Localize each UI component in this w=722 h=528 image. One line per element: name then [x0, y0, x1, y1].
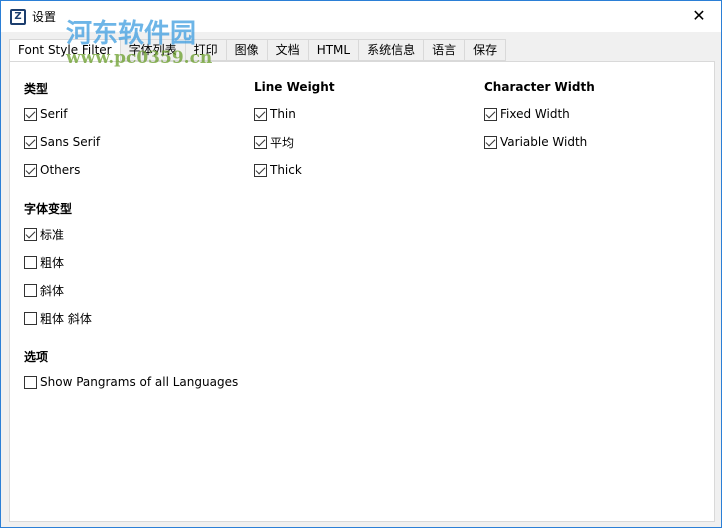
checkbox-variant-3[interactable]: 粗体 斜体 — [24, 304, 92, 332]
checkbox-label: 平均 — [270, 135, 295, 150]
checkbox-label: Thin — [270, 107, 296, 121]
checkbox-label: 粗体 — [40, 255, 65, 270]
checkbox-checked-icon[interactable] — [484, 107, 497, 121]
title-bar: Z 设置 ✕ — [1, 1, 721, 32]
close-button[interactable]: ✕ — [687, 6, 711, 25]
settings-window: Z 设置 ✕ Font Style Filter 字体列表 打印 图像 文档 HTML 系统… — [0, 0, 722, 528]
group-heading: Character Width — [484, 80, 595, 94]
tab-6[interactable]: 系统信息 — [359, 39, 425, 61]
checkbox-checked-icon[interactable] — [24, 163, 37, 177]
checkbox-variant-0[interactable]: 标准 — [24, 220, 92, 248]
checkbox-unchecked-icon[interactable] — [24, 375, 37, 389]
checkbox-line_weight-1[interactable]: 平均 — [254, 128, 335, 156]
checkbox-label: Variable Width — [500, 135, 588, 149]
tab-5[interactable]: HTML — [308, 39, 360, 61]
tab-8[interactable]: 保存 — [465, 39, 507, 61]
group-heading: Line Weight — [254, 80, 335, 94]
checkbox-unchecked-icon[interactable] — [24, 311, 37, 325]
group-heading: 类型 — [24, 82, 49, 96]
checkbox-unchecked-icon[interactable] — [24, 255, 37, 269]
checkbox-label: Serif — [40, 107, 68, 121]
checkbox-options-0[interactable]: Show Pangrams of all Languages — [24, 368, 238, 396]
tab-1[interactable]: 字体列表 — [120, 39, 186, 61]
checkbox-line_weight-2[interactable]: Thick — [254, 156, 335, 184]
checkbox-char_width-1[interactable]: Variable Width — [484, 128, 595, 156]
checkbox-checked-icon[interactable] — [254, 163, 267, 177]
tab-4[interactable]: 文档 — [267, 39, 309, 61]
group-heading: 选项 — [24, 350, 49, 364]
checkbox-checked-icon[interactable] — [484, 135, 497, 149]
checkbox-checked-icon[interactable] — [24, 227, 37, 241]
checkbox-label: Thick — [270, 163, 302, 177]
checkbox-label: 粗体 斜体 — [40, 311, 92, 326]
checkbox-label: Sans Serif — [40, 135, 101, 149]
group-font-variant: 字体变型标准粗体斜体粗体 斜体 — [24, 200, 92, 332]
checkbox-type-2[interactable]: Others — [24, 156, 100, 184]
tab-bar: Font Style Filter 字体列表 打印 图像 文档 HTML 系统信息 语言 保存 — [9, 39, 507, 62]
group-type: 类型 Serif Sans Serif Others — [24, 80, 100, 184]
font-style-filter-panel: 类型 Serif Sans Serif Others Line Weight Thin 平… — [9, 61, 715, 522]
group-options: 选项 Show Pangrams of all Languages — [24, 348, 238, 396]
checkbox-checked-icon[interactable] — [24, 107, 37, 121]
checkbox-label: 斜体 — [40, 283, 65, 298]
tab-0[interactable]: Font Style Filter — [9, 39, 121, 62]
checkbox-char_width-0[interactable]: Fixed Width — [484, 100, 595, 128]
checkbox-variant-1[interactable]: 粗体 — [24, 248, 92, 276]
group-heading: 字体变型 — [24, 202, 73, 216]
checkbox-label: 标准 — [40, 227, 65, 242]
checkbox-type-0[interactable]: Serif — [24, 100, 100, 128]
checkbox-label: Fixed Width — [500, 107, 570, 121]
checkbox-checked-icon[interactable] — [254, 107, 267, 121]
checkbox-type-1[interactable]: Sans Serif — [24, 128, 100, 156]
checkbox-line_weight-0[interactable]: Thin — [254, 100, 335, 128]
checkbox-label: Show Pangrams of all Languages — [40, 375, 239, 389]
checkbox-unchecked-icon[interactable] — [24, 283, 37, 297]
tab-3[interactable]: 图像 — [226, 39, 268, 61]
window-title: 设置 — [32, 10, 57, 24]
group-character-width: Character Width Fixed Width Variable Width — [484, 80, 595, 156]
group-line-weight: Line Weight Thin 平均 Thick — [254, 80, 335, 184]
app-icon: Z — [10, 8, 26, 25]
checkbox-checked-icon[interactable] — [254, 135, 267, 149]
checkbox-variant-2[interactable]: 斜体 — [24, 276, 92, 304]
tab-2[interactable]: 打印 — [185, 39, 227, 61]
checkbox-checked-icon[interactable] — [24, 135, 37, 149]
checkbox-label: Others — [40, 163, 81, 177]
tab-7[interactable]: 语言 — [424, 39, 466, 61]
